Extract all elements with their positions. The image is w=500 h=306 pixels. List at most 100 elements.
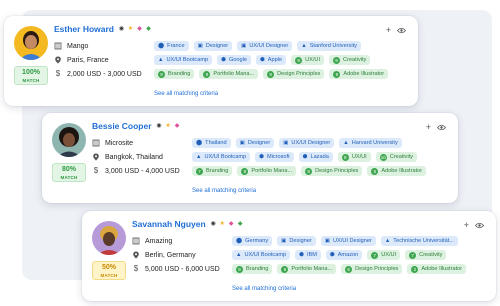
salary-row: $2,000 USD - 3,000 USD <box>54 70 142 78</box>
criteria-chip[interactable]: 8 Design Principles <box>301 166 363 176</box>
criteria-chip[interactable]: ▣ Designer <box>235 138 275 148</box>
dollar-icon: $ <box>93 166 99 175</box>
criteria-chip[interactable]: ▲ Technische Universität... <box>380 236 458 246</box>
people-icon: ⬢ <box>259 57 265 63</box>
criteria-chip[interactable]: 2 Adobe Illustrator <box>407 264 467 274</box>
people-icon: ⬢ <box>302 154 308 160</box>
criteria-chip[interactable]: ⬢ Amazon <box>325 250 363 260</box>
see-all-criteria-link[interactable]: See all matching criteria <box>192 188 256 194</box>
criteria-chip[interactable]: ▲ UX/UI Bootcamp <box>192 152 251 162</box>
chip-label: Portfolio Mana... <box>213 71 255 77</box>
star-badge-icon: ★ <box>127 25 134 32</box>
criteria-chip[interactable]: ▲ Harvard University <box>339 138 402 148</box>
candidate-name[interactable]: Esther Howard <box>54 24 114 34</box>
school-icon: ▲ <box>384 238 391 244</box>
criteria-chip[interactable]: 6 Design Principles <box>341 264 403 274</box>
match-label: MATCH <box>100 273 118 278</box>
criteria-chip[interactable]: 7 Branding <box>192 166 233 176</box>
chip-label: UX/UI Bootcamp <box>204 154 247 160</box>
criteria-chip[interactable]: ▲ UX/UI Bootcamp <box>154 55 213 65</box>
candidate-card[interactable]: 100% MATCH Esther Howard ◉ ★ ◆ ◆ Mango Paris, Fr… <box>4 16 418 106</box>
score-number: 10 <box>379 153 387 161</box>
criteria-chip[interactable]: ⬢ Microsoft <box>255 152 294 162</box>
criteria-chip[interactable]: 9 Portfolio Mana... <box>277 264 337 274</box>
criteria-chip[interactable]: ⬢ IBM <box>295 250 321 260</box>
people-icon: ⬢ <box>259 154 264 160</box>
chip-label: Thailand <box>205 140 227 146</box>
salary-row: $5,000 USD - 6,000 USD <box>132 265 220 273</box>
chip-label: Portfolio Mana... <box>251 168 293 174</box>
map-pin-icon <box>55 56 61 64</box>
criteria-chip[interactable]: 9 Portfolio Mana... <box>199 69 259 79</box>
criteria-chip[interactable]: ▣ Designer <box>277 236 316 246</box>
criteria-chip[interactable]: ▣ UX/UI Designer <box>320 236 376 246</box>
eye-icon[interactable] <box>437 124 446 131</box>
score-number: 9 <box>267 70 275 78</box>
criteria-chip[interactable]: 5 Adobe Illustrator <box>367 166 427 176</box>
building-icon <box>132 237 140 245</box>
add-icon[interactable]: + <box>426 123 431 132</box>
criteria-chip[interactable]: 9 Design Principles <box>263 69 325 79</box>
see-all-criteria-link[interactable]: See all matching criteria <box>154 91 218 97</box>
candidate-name[interactable]: Bessie Cooper <box>92 121 152 131</box>
criteria-chip[interactable]: ⬤ France <box>154 41 189 51</box>
criteria-chip[interactable]: ⬤ Germany <box>232 236 273 246</box>
eye-icon[interactable] <box>397 27 406 34</box>
chip-label: Amazon <box>337 252 359 258</box>
criteria-chip[interactable]: 9 Branding <box>232 264 273 274</box>
candidate-name[interactable]: Savannah Nguyen <box>132 219 206 229</box>
school-icon: ▲ <box>343 140 349 146</box>
criteria-chip[interactable]: ⬤ Thailand <box>192 138 231 148</box>
criteria-chip[interactable]: 8 UX/UI <box>337 152 371 162</box>
criteria-chip[interactable]: ⬢ Apple <box>255 55 287 65</box>
match-label: MATCH <box>22 78 40 83</box>
criteria-chip[interactable]: ▣ UX/UI Designer <box>237 41 293 51</box>
add-icon[interactable]: + <box>386 26 391 35</box>
eye-icon[interactable] <box>475 222 484 229</box>
criteria-chip[interactable]: ⬢ Google <box>217 55 251 65</box>
profile-badge-icon: ◉ <box>118 25 125 32</box>
criteria-chips: ⬤ Thailand ▣ Designer ▣ UX/UI Designer ▲ Harvar… <box>192 138 432 180</box>
criteria-chip[interactable]: 9 Creativity <box>329 55 371 65</box>
location-text: Paris, France <box>67 56 109 64</box>
candidate-card[interactable]: 80% MATCH Bessie Cooper ◉ ★ ◆ Microsite Bangkok… <box>42 113 458 203</box>
criteria-chip[interactable]: ▣ UX/UI Designer <box>279 138 335 148</box>
chip-label: Adobe Illustrator <box>343 71 385 77</box>
see-all-criteria-link[interactable]: See all matching criteria <box>232 286 296 292</box>
criteria-chip[interactable]: 8 Portfolio Mana... <box>237 166 297 176</box>
location-text: Bangkok, Thailand <box>105 153 163 161</box>
company-row: Amazing <box>132 237 172 245</box>
dollar-icon: $ <box>133 264 139 273</box>
briefcase-icon: ▣ <box>241 43 247 49</box>
chip-label: Adobe Illustrator <box>381 168 423 174</box>
score-number: 7 <box>196 167 203 175</box>
score-number: 7 <box>371 251 379 259</box>
chip-label: UX/UI Bootcamp <box>244 252 287 258</box>
chip-label: Branding <box>206 168 229 174</box>
add-icon[interactable]: + <box>464 221 469 230</box>
chip-row: 7 Branding 8 Portfolio Mana... 8 Design Princ… <box>192 166 432 176</box>
criteria-chip[interactable]: 9 Branding <box>154 69 195 79</box>
match-percent: 80% <box>61 166 76 173</box>
criteria-chip[interactable]: ▲ UX/UI Bootcamp <box>232 250 291 260</box>
criteria-chip[interactable]: 7 UX/UI <box>367 250 401 260</box>
salary-text: 2,000 USD - 3,000 USD <box>67 70 142 78</box>
company-row: Microsite <box>92 139 133 147</box>
criteria-chips: ⬤ France ▣ Designer ▣ UX/UI Designer ▲ Stanford… <box>154 41 394 83</box>
chip-label: UX/UI Designer <box>332 238 372 244</box>
score-number: 8 <box>241 167 249 175</box>
criteria-chip[interactable]: 9 Adobe Illustrator <box>329 69 389 79</box>
criteria-chip[interactable]: ⬢ Lazada <box>298 152 333 162</box>
candidate-card[interactable]: 50% MATCH Savannah Nguyen ◉ ★ ◆ ◆ Amazing Berlin… <box>82 211 496 301</box>
criteria-chip[interactable]: 9 UX/UI <box>291 55 325 65</box>
location-row: Paris, France <box>54 56 109 64</box>
map-pin-icon <box>133 251 139 259</box>
chip-row: ▲ UX/UI Bootcamp ⬢ Google ⬢ Apple 9 UX/UI 9 Creat… <box>154 55 394 65</box>
criteria-chip[interactable]: ▲ Stanford University <box>297 41 361 51</box>
score-number: 6 <box>345 265 353 273</box>
criteria-chip[interactable]: ▣ Designer <box>193 41 233 51</box>
score-number: 9 <box>203 70 211 78</box>
criteria-chip[interactable]: 7 Creativity <box>405 250 447 260</box>
school-icon: ▲ <box>236 252 242 258</box>
criteria-chip[interactable]: 10 Creativity <box>375 152 418 162</box>
